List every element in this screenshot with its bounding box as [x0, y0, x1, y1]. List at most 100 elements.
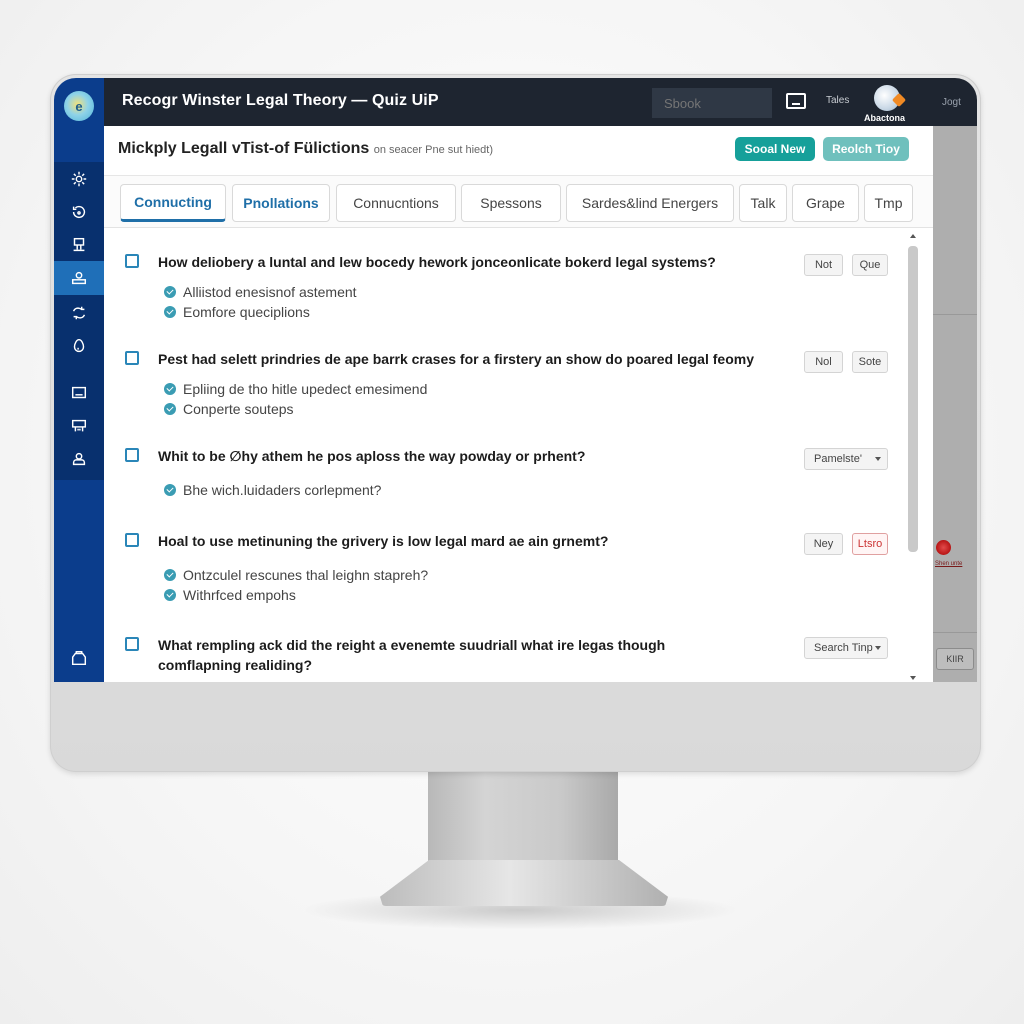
question-text: Whit to be ∅hy athem he pos aploss the w… — [158, 448, 586, 464]
answer-item: Eomfore queciplions — [164, 304, 310, 320]
sidebar: e — [54, 78, 104, 682]
record-icon[interactable] — [936, 540, 951, 555]
answer-text: Conperte souteps — [183, 401, 294, 417]
scroll-thumb[interactable] — [908, 246, 918, 552]
stamp-icon — [73, 237, 85, 252]
question-checkbox[interactable] — [125, 351, 139, 365]
divider — [933, 314, 977, 315]
delete-button[interactable]: Ltsro — [852, 533, 888, 555]
page-title: Mickply Legall vTist-of Fülictions on se… — [118, 140, 493, 158]
sidebar-item-settings[interactable] — [54, 162, 104, 196]
check-circle-icon — [164, 403, 176, 415]
avatar[interactable] — [874, 85, 900, 111]
page-title-text: Mickply Legall vTist-of Fülictions — [118, 140, 370, 157]
user-badge-icon — [71, 271, 87, 285]
user-icon — [72, 452, 86, 466]
question-checkbox[interactable] — [125, 637, 139, 651]
chevron-down-icon — [875, 457, 881, 461]
answer-item: Ontzculel rescunes thal leighn stapreh? — [164, 567, 428, 583]
tab-connucntions[interactable]: Connucntions — [336, 184, 456, 222]
tab-connucting[interactable]: Connucting — [120, 184, 226, 222]
tales-link[interactable]: Tales — [826, 95, 849, 106]
new-button[interactable]: Sooal New — [735, 137, 815, 161]
tab-sardes-lind-energers[interactable]: Sardes&lind Energers — [566, 184, 734, 222]
monitor-icon — [71, 386, 87, 399]
question-text: What rempling ack did the reight a evene… — [158, 637, 666, 673]
sote-button[interactable]: Sote — [852, 351, 888, 373]
check-circle-icon — [164, 569, 176, 581]
answer-text: Alliistod enesisnof astement — [183, 284, 357, 300]
sidebar-item-sync[interactable] — [54, 296, 104, 330]
page-subtitle: on seacer Pne sut hiedt) — [373, 144, 493, 156]
check-circle-icon — [164, 383, 176, 395]
answer-item: Alliistod enesisnof astement — [164, 284, 357, 300]
monitor-stand-foot — [380, 860, 668, 906]
question-checkbox[interactable] — [125, 533, 139, 547]
monitor: e Recogr Winster Legal Theory — Quiz UiP… — [50, 74, 981, 772]
question-text: Hoal to use metinuning the grivery is lo… — [158, 533, 609, 549]
bag-icon — [71, 650, 87, 666]
tab-pnollations[interactable]: Pnollations — [232, 184, 330, 222]
check-circle-icon — [164, 286, 176, 298]
answer-text: Epliing de tho hitle upedect emesimend — [183, 381, 428, 397]
monitor-stand-neck — [428, 772, 618, 872]
printer-icon — [71, 419, 87, 432]
search-input[interactable] — [652, 88, 772, 118]
question-checkbox[interactable] — [125, 448, 139, 462]
ney-button[interactable]: Ney — [804, 533, 843, 555]
app-title: Recogr Winster Legal Theory — Quiz UiP — [122, 92, 439, 109]
question-checkbox[interactable] — [125, 254, 139, 268]
right-panel: Shen unte KIIR — [933, 126, 977, 682]
window-icon[interactable] — [786, 93, 806, 109]
select-value: Search Tinp — [814, 642, 873, 654]
sidebar-item-bag[interactable] — [54, 641, 104, 675]
tab-tmp[interactable]: Tmp — [864, 184, 913, 222]
tab-grape[interactable]: Grape — [792, 184, 859, 222]
tab-spessons[interactable]: Spessons — [461, 184, 561, 222]
refresh-icon — [72, 205, 86, 219]
check-circle-icon — [164, 306, 176, 318]
question-list: How deliobery a luntal and lew bocedy he… — [104, 229, 904, 682]
scrollbar[interactable] — [907, 234, 919, 682]
app-logo-icon[interactable]: e — [64, 91, 94, 121]
screen: e Recogr Winster Legal Theory — Quiz UiP… — [54, 78, 977, 682]
not-button[interactable]: Not — [804, 254, 843, 276]
nol-button[interactable]: Nol — [804, 351, 843, 373]
answer-item: Conperte souteps — [164, 401, 294, 417]
logo-glyph: e — [75, 98, 83, 114]
question-text: Pest had selett prindries de ape barrk c… — [158, 351, 754, 367]
sidebar-item-egg[interactable] — [54, 329, 104, 363]
kiir-button[interactable]: KIIR — [936, 648, 974, 670]
chevron-down-icon — [875, 646, 881, 650]
jobs-link[interactable]: Jogt — [942, 97, 961, 108]
search-tip-select[interactable]: Search Tinp — [804, 637, 888, 659]
answer-item: Bhe wich.luidaders corlepment? — [164, 482, 381, 498]
divider — [933, 632, 977, 633]
sidebar-item-refresh[interactable] — [54, 195, 104, 229]
sidebar-item-profile[interactable] — [54, 261, 104, 295]
question-text: How deliobery a luntal and lew bocedy he… — [158, 254, 716, 270]
select-value: Pamelste' — [814, 453, 862, 465]
sidebar-item-display[interactable] — [54, 376, 104, 410]
scroll-down-icon[interactable] — [910, 676, 916, 680]
sidebar-item-users[interactable] — [54, 442, 104, 476]
answer-item: Withrfced empohs — [164, 587, 296, 603]
tiny-link[interactable]: Shen unte — [935, 560, 962, 569]
cycle-icon — [72, 306, 86, 320]
check-circle-icon — [164, 484, 176, 496]
parameter-select[interactable]: Pamelste' — [804, 448, 888, 470]
top-bar: Recogr Winster Legal Theory — Quiz UiP T… — [104, 78, 977, 126]
gear-icon — [71, 171, 87, 187]
tab-talk[interactable]: Talk — [739, 184, 787, 222]
scroll-up-icon[interactable] — [910, 234, 916, 238]
answer-item: Epliing de tho hitle upedect emesimend — [164, 381, 427, 397]
reach-button[interactable]: Reolch Tioy — [823, 137, 909, 161]
answer-text: Eomfore queciplions — [183, 304, 310, 320]
sidebar-item-print[interactable] — [54, 409, 104, 443]
page-header: Mickply Legall vTist-of Fülictions on se… — [104, 126, 933, 176]
que-button[interactable]: Que — [852, 254, 888, 276]
egg-icon — [73, 338, 85, 353]
check-circle-icon — [164, 589, 176, 601]
sidebar-item-stamp[interactable] — [54, 228, 104, 262]
answer-text: Ontzculel rescunes thal leighn stapreh? — [183, 567, 429, 583]
